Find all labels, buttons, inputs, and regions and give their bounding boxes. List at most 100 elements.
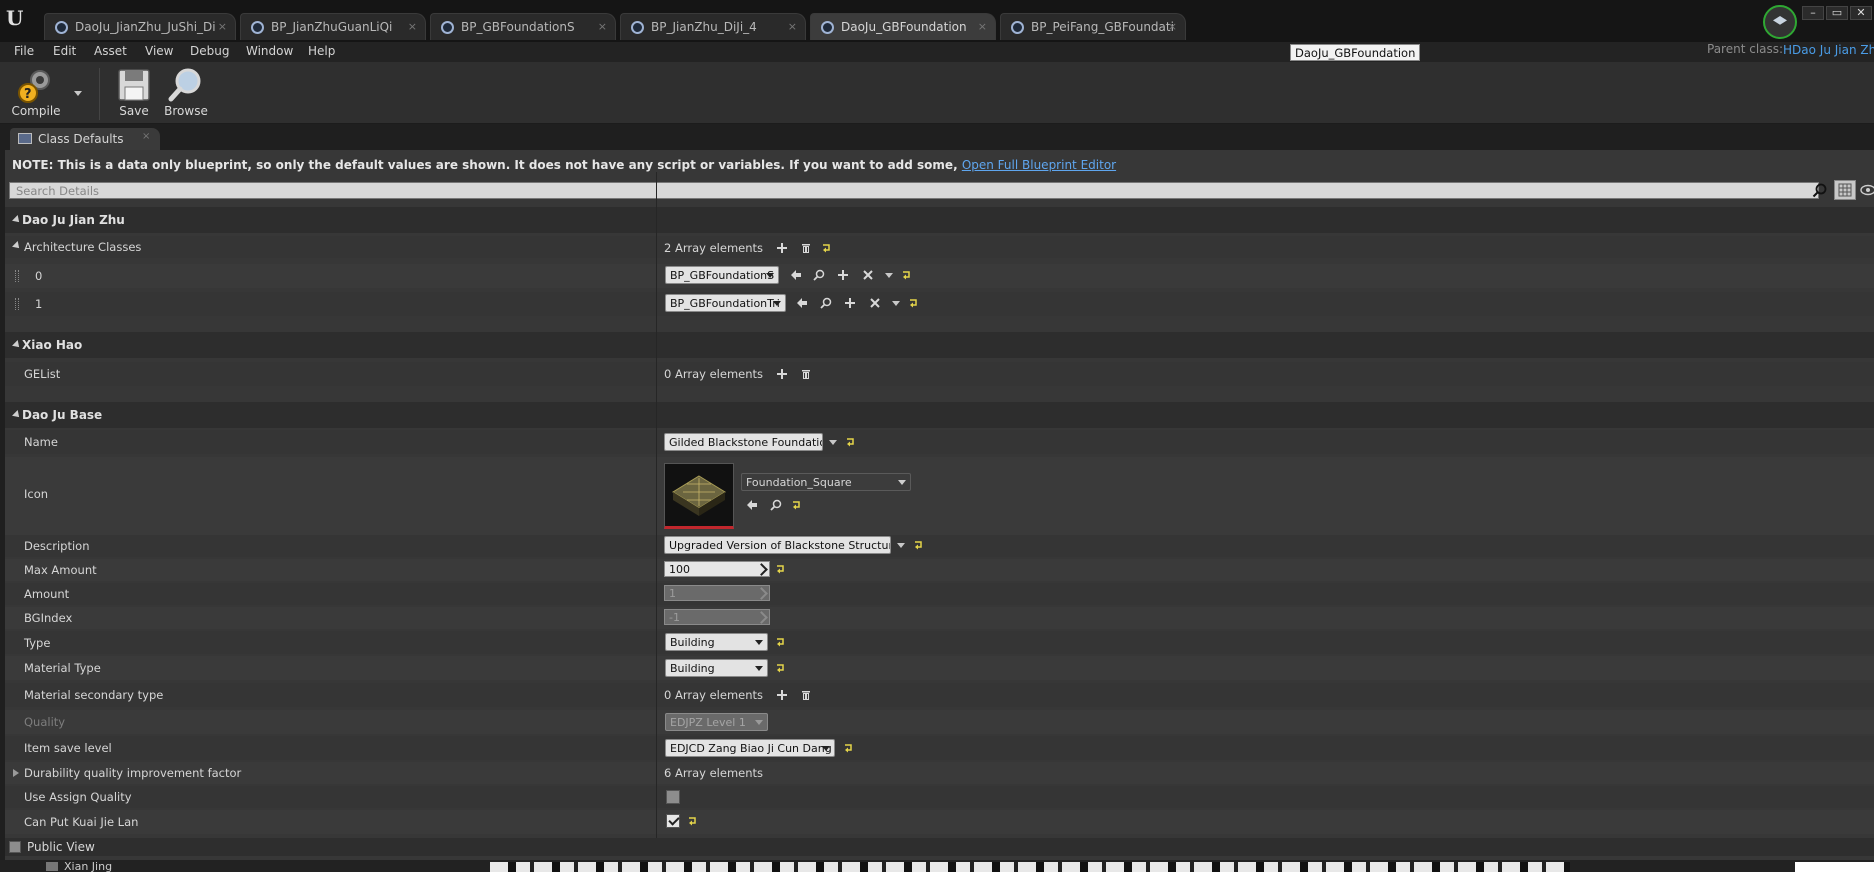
close-icon[interactable]: ×: [788, 20, 797, 33]
class-picker-combo[interactable]: BP_GBFoundationS: [665, 266, 779, 284]
use-selected-arrow-icon[interactable]: [796, 297, 808, 309]
insert-icon[interactable]: [837, 269, 849, 281]
compile-button[interactable]: ? Compile: [10, 64, 62, 122]
icon-asset-picker[interactable]: Foundation_Square: [741, 473, 911, 491]
max-amount-input[interactable]: 100: [664, 561, 770, 577]
class-picker-combo[interactable]: BP_GBFoundationTri: [665, 294, 786, 312]
menu-file[interactable]: File: [14, 44, 34, 58]
element-options-dropdown[interactable]: [892, 301, 900, 306]
menu-window[interactable]: Window: [246, 44, 293, 58]
reset-to-default-icon[interactable]: [776, 637, 786, 647]
clear-x-icon[interactable]: [862, 269, 874, 281]
tab-bp-peifang-gbfoundation[interactable]: BP_PeiFang_GBFoundati ×: [1000, 13, 1186, 40]
tab-daoju-jianzhu-jushi[interactable]: DaoJu_JianZhu_JuShi_Di ×: [44, 13, 236, 40]
tab-bp-jianzhuguanliqi[interactable]: BP_JianZhuGuanLiQi ×: [240, 13, 426, 40]
tab-bp-gbfoundations[interactable]: BP_GBFoundationS ×: [430, 13, 616, 40]
item-save-level-combo[interactable]: EDJCD Zang Biao Ji Cun Dang: [665, 739, 835, 757]
add-element-icon[interactable]: [776, 368, 788, 380]
text-options-dropdown[interactable]: [829, 440, 837, 445]
blueprint-asset-icon: [55, 21, 68, 34]
can-put-kuai-jie-lan-checkbox[interactable]: [666, 814, 680, 828]
drag-handle-icon[interactable]: [15, 298, 19, 310]
trash-icon[interactable]: [800, 689, 812, 701]
material-type-combo[interactable]: Building: [665, 659, 768, 677]
trash-icon[interactable]: [800, 242, 812, 254]
close-icon[interactable]: ×: [978, 20, 987, 33]
close-icon[interactable]: ×: [598, 20, 607, 33]
view-options-button[interactable]: [1834, 180, 1856, 200]
insert-icon[interactable]: [844, 297, 856, 309]
reset-to-default-icon[interactable]: [822, 243, 832, 253]
use-selected-arrow-icon[interactable]: [746, 499, 758, 511]
save-label: Save: [119, 104, 149, 118]
reset-to-default-icon[interactable]: [902, 270, 912, 280]
collapse-arrow-icon[interactable]: [12, 215, 22, 225]
compile-options-dropdown[interactable]: [74, 91, 82, 96]
close-window-button[interactable]: ✕: [1850, 6, 1872, 20]
search-details-input[interactable]: Search Details: [9, 182, 1819, 199]
description-text-field[interactable]: Upgraded Version of Blackstone Structure…: [664, 536, 891, 554]
public-view-checkbox[interactable]: [9, 841, 21, 853]
reset-to-default-icon[interactable]: [846, 437, 856, 447]
can-put-kuai-jie-lan-label: Can Put Kuai Jie Lan: [24, 815, 139, 829]
reset-to-default-icon[interactable]: [844, 743, 854, 753]
text-options-dropdown[interactable]: [897, 543, 905, 548]
open-full-blueprint-editor-link[interactable]: Open Full Blueprint Editor: [962, 158, 1116, 172]
reset-to-default-icon[interactable]: [776, 564, 786, 574]
expand-arrow-icon[interactable]: [12, 241, 22, 251]
tab-bp-jianzhu-diji[interactable]: BP_JianZhu_DiJi_4 ×: [620, 13, 806, 40]
trash-icon[interactable]: [800, 368, 812, 380]
use-selected-arrow-icon[interactable]: [790, 269, 802, 281]
category-xiao-hao[interactable]: Xiao Hao: [5, 332, 1874, 358]
source-control-profile-icon[interactable]: [1763, 5, 1797, 39]
element-options-dropdown[interactable]: [885, 273, 893, 278]
name-text-field[interactable]: Gilded Blackstone Foundation: [664, 433, 823, 451]
reset-to-default-icon[interactable]: [914, 540, 924, 550]
reset-to-default-icon[interactable]: [909, 298, 919, 308]
prop-can-put-kuai-jie-lan: Can Put Kuai Jie Lan: [5, 810, 1874, 834]
class-defaults-icon: [18, 133, 32, 144]
unreal-logo-icon[interactable]: U: [6, 6, 30, 30]
type-combo[interactable]: Building: [665, 633, 768, 651]
close-icon[interactable]: ×: [1168, 20, 1177, 33]
maximize-button[interactable]: ▭: [1826, 6, 1848, 20]
drag-handle-icon[interactable]: [15, 270, 19, 282]
save-button[interactable]: Save: [114, 64, 154, 122]
add-element-icon[interactable]: [776, 689, 788, 701]
reset-to-default-icon[interactable]: [792, 500, 802, 510]
collapse-arrow-icon[interactable]: [12, 410, 22, 420]
category-dao-ju-jian-zhu[interactable]: Dao Ju Jian Zhu: [5, 207, 1874, 233]
menu-help[interactable]: Help: [308, 44, 335, 58]
menu-asset[interactable]: Asset: [94, 44, 127, 58]
expand-arrow-icon[interactable]: [13, 769, 19, 777]
browse-magnifier-icon[interactable]: [820, 297, 832, 309]
reset-to-default-icon[interactable]: [776, 663, 786, 673]
browse-magnifier-icon[interactable]: [770, 499, 782, 511]
menu-view[interactable]: View: [145, 44, 173, 58]
gelist-label: GEList: [24, 367, 61, 381]
close-icon[interactable]: ×: [408, 20, 417, 33]
bgindex-label: BGIndex: [24, 611, 73, 625]
collapse-arrow-icon[interactable]: [12, 340, 22, 350]
parent-class-link[interactable]: HDao Ju Jian Zhu: [1783, 43, 1874, 57]
reset-to-default-icon[interactable]: [688, 816, 698, 826]
column-divider[interactable]: [656, 172, 657, 852]
add-element-icon[interactable]: [776, 242, 788, 254]
architecture-classes-label: Architecture Classes: [24, 240, 142, 254]
menu-edit[interactable]: Edit: [53, 44, 76, 58]
close-icon[interactable]: ×: [142, 131, 150, 142]
tab-daoju-gbfoundation[interactable]: DaoJu_GBFoundation ×: [810, 13, 996, 40]
close-icon[interactable]: ×: [218, 20, 227, 33]
tab-class-defaults[interactable]: Class Defaults ×: [10, 128, 160, 150]
blueprint-asset-icon: [821, 21, 834, 34]
browse-button[interactable]: Browse: [162, 64, 210, 122]
use-assign-quality-checkbox[interactable]: [666, 790, 680, 804]
foundation-thumbnail-image: [672, 475, 726, 516]
menu-debug[interactable]: Debug: [190, 44, 229, 58]
minimize-button[interactable]: –: [1802, 6, 1824, 20]
browse-magnifier-icon[interactable]: [813, 269, 825, 281]
category-dao-ju-base[interactable]: Dao Ju Base: [5, 402, 1874, 428]
clear-x-icon[interactable]: [869, 297, 881, 309]
eye-icon[interactable]: [1860, 183, 1874, 197]
icon-thumbnail[interactable]: [664, 463, 734, 529]
